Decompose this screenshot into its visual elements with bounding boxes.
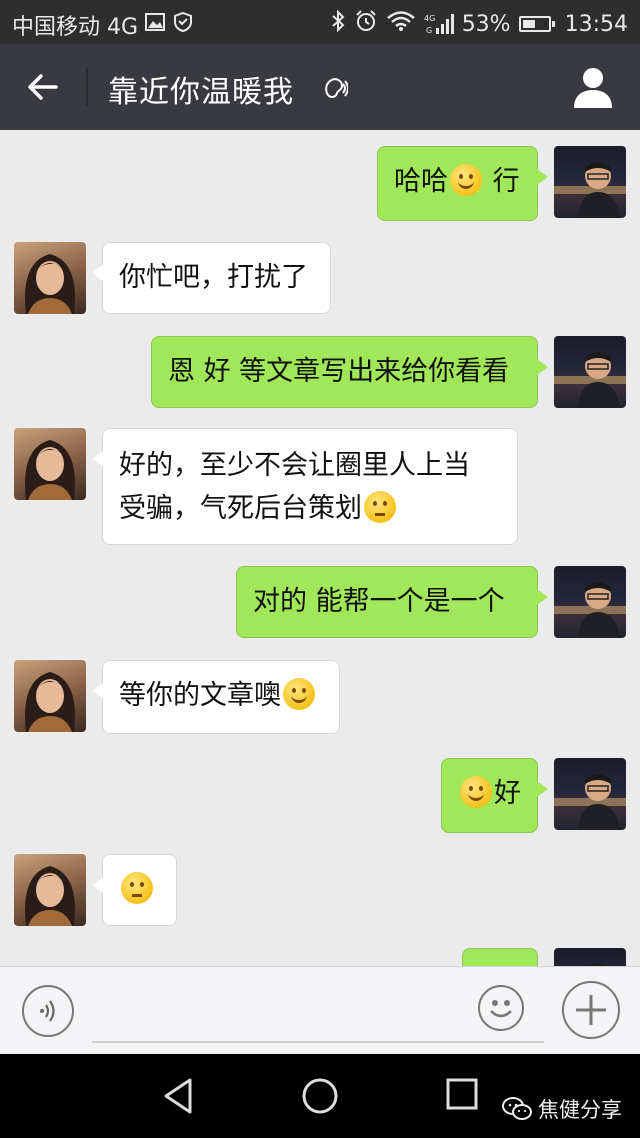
message-text-after: 行 [484, 166, 520, 197]
message-list[interactable]: 哈哈 行 你忙吧，打扰了 恩 好 等文章写出来给你看看 好的，至少不会让圈里人上… [0, 130, 640, 966]
svg-text:G: G [426, 26, 432, 35]
nav-home-icon [302, 1078, 338, 1114]
back-arrow-icon [28, 74, 58, 100]
blush-emoji-icon [460, 776, 492, 808]
message-text: 恩 好 等文章写出来给你看看 [168, 356, 510, 387]
bluetooth-icon [330, 9, 346, 39]
network-4g-icon: 4G G [424, 12, 454, 36]
voice-mode-icon [322, 76, 349, 106]
message-bubble[interactable]: 你忙吧，打扰了 [92, 242, 331, 314]
message-bubble[interactable]: 对的 能帮一个是一个 [236, 566, 548, 638]
grin-emoji-icon [450, 164, 482, 196]
voice-input-button[interactable] [22, 985, 74, 1037]
alarm-icon [354, 9, 378, 39]
message-text: 哈哈 [394, 166, 448, 197]
input-bar [0, 966, 640, 1055]
chat-header: 靠近你温暖我 [0, 44, 640, 130]
contact-avatar[interactable] [14, 242, 86, 314]
system-nav-bar: 焦健分享 [0, 1054, 640, 1138]
watermark: 焦健分享 [502, 1094, 622, 1124]
clock: 13:54 [564, 11, 628, 37]
emoji-button[interactable] [478, 985, 524, 1031]
nav-back-button[interactable] [160, 1076, 196, 1120]
more-options-button[interactable] [562, 981, 620, 1039]
profile-button[interactable] [570, 64, 616, 110]
my-avatar[interactable] [554, 146, 626, 218]
message-bubble[interactable] [92, 854, 177, 926]
shield-icon [172, 11, 194, 39]
my-avatar[interactable] [554, 948, 626, 966]
message-input[interactable] [92, 985, 544, 1043]
message-bubble[interactable]: 好的，至少不会让圈里人上当 受骗，气死后台策划 [92, 428, 518, 545]
smile-emoji-icon [283, 678, 315, 710]
message-text: 对的 能帮一个是一个 [253, 586, 505, 617]
status-bar: 中国移动 4G 4G G 53% 13:54 [0, 0, 640, 44]
image-notification-icon [144, 11, 166, 39]
message-bubble[interactable]: 等你的文章噢 [92, 660, 340, 734]
message-text: 等你的文章噢 [119, 680, 281, 711]
nav-back-icon [164, 1078, 192, 1114]
nav-recents-button[interactable] [444, 1076, 480, 1116]
svg-text:4G: 4G [424, 14, 435, 23]
header-divider [86, 68, 88, 106]
watermark-text: 焦健分享 [538, 1098, 622, 1122]
message-bubble[interactable]: 好 [441, 758, 548, 833]
contact-avatar[interactable] [14, 660, 86, 732]
message-bubble[interactable]: 恩 好 等文章写出来给你看看 [151, 336, 548, 408]
chat-title: 靠近你温暖我 [108, 75, 294, 110]
nav-home-button[interactable] [300, 1076, 340, 1120]
nav-recents-icon [446, 1078, 478, 1110]
my-avatar[interactable] [554, 758, 626, 830]
contact-avatar[interactable] [14, 854, 86, 926]
emoji-icon [490, 1000, 512, 1018]
wifi-icon [386, 10, 416, 38]
contact-avatar[interactable] [14, 428, 86, 500]
message-text: 你忙吧，打扰了 [119, 262, 308, 293]
plus-icon [576, 995, 606, 1025]
message-text-line1: 好的，至少不会让圈里人上当 [119, 450, 470, 481]
profile-icon [574, 68, 612, 108]
thinking-emoji-icon [121, 872, 153, 904]
battery-icon [518, 16, 555, 32]
message-text: 好 [494, 778, 521, 809]
wechat-icon [502, 1097, 532, 1120]
message-bubble[interactable]: 哈哈 行 [377, 146, 548, 221]
back-button[interactable] [22, 66, 64, 108]
battery-percent: 53% [461, 11, 511, 37]
my-avatar[interactable] [554, 336, 626, 408]
voice-input-icon [40, 1000, 55, 1022]
thinking-emoji-icon [364, 491, 396, 523]
message-text-line2: 受骗，气死后台策划 [119, 493, 362, 524]
my-avatar[interactable] [554, 566, 626, 638]
carrier-label: 中国移动 4G [12, 15, 139, 40]
message-bubble[interactable] [462, 948, 538, 966]
